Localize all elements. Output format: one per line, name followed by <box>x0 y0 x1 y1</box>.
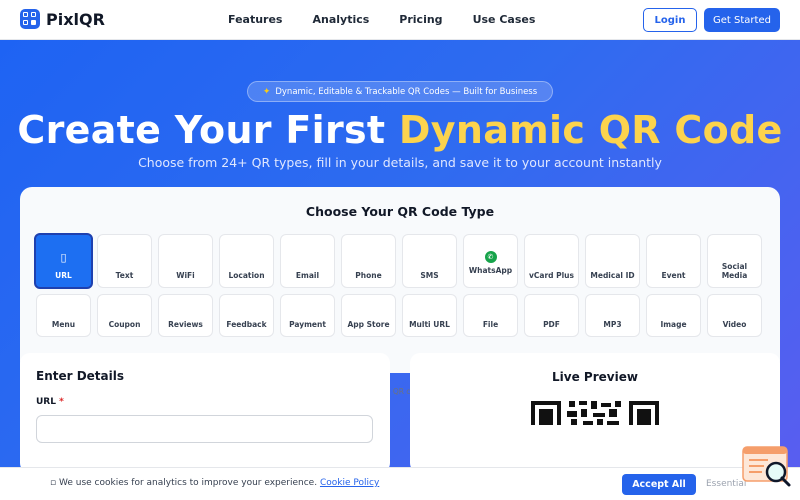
url-label-text: URL <box>36 397 56 407</box>
cookie-policy-link[interactable]: Cookie Policy <box>320 478 379 488</box>
qr-type-multi-url[interactable]: Multi URL <box>402 294 457 337</box>
login-button[interactable]: Login <box>643 8 697 32</box>
qr-type-app-store[interactable]: App Store <box>341 294 396 337</box>
qr-type-label: Multi URL <box>409 320 450 329</box>
qr-type-mp3[interactable]: MP3 <box>585 294 640 337</box>
hero-title-plain: Create Your First <box>17 108 399 152</box>
qr-type-sms[interactable]: SMS <box>402 234 457 288</box>
qr-type-location[interactable]: Location <box>219 234 274 288</box>
qr-type-card: Choose Your QR Code Type ▯ URL Text WiFi Loc… <box>20 187 780 396</box>
live-preview-title: Live Preview <box>552 370 638 384</box>
qr-type-label: File <box>482 320 499 329</box>
link-icon: ▯ <box>60 251 67 264</box>
cookie-banner: ▫ We use cookies for analytics to improv… <box>0 467 800 500</box>
qr-logo-icon <box>20 9 40 29</box>
required-mark: * <box>59 397 64 407</box>
hero-subtitle: Choose from 24+ QR types, fill in your d… <box>138 155 662 170</box>
details-card: Enter Details URL * <box>20 353 390 473</box>
cookie-text: ▫ We use cookies for analytics to improv… <box>50 478 379 488</box>
top-nav: PixlQR Features Analytics Pricing Use Ca… <box>0 0 800 40</box>
qr-type-label: Text <box>115 271 134 280</box>
qr-type-whatsapp[interactable]: ✆ WhatsApp <box>463 234 518 288</box>
qr-type-feedback[interactable]: Feedback <box>219 294 274 337</box>
url-input[interactable] <box>36 415 373 443</box>
qr-type-label: WiFi <box>176 271 195 280</box>
hero-badge: ✦ Dynamic, Editable & Trackable QR Codes… <box>247 81 553 102</box>
brand-logo[interactable]: PixlQR <box>20 9 105 29</box>
essential-button[interactable]: Essential <box>706 479 746 489</box>
qr-type-url[interactable]: ▯ URL <box>34 233 93 289</box>
hero-title: Create Your First Dynamic QR Code <box>0 108 800 152</box>
qr-type-menu[interactable]: Menu <box>36 294 91 337</box>
nav-links: Features Analytics Pricing Use Cases <box>228 13 565 26</box>
nav-link-features[interactable]: Features <box>228 13 282 26</box>
get-started-button[interactable]: Get Started <box>704 8 780 32</box>
sparkle-icon: ✦ <box>262 86 271 97</box>
qr-type-event[interactable]: Event <box>646 234 701 288</box>
qr-type-label: App Store <box>347 320 390 329</box>
qr-type-label: Phone <box>355 271 382 280</box>
qr-type-pdf[interactable]: PDF <box>524 294 579 337</box>
qr-type-label: Reviews <box>168 320 203 329</box>
qr-type-title: Choose Your QR Code Type <box>305 204 495 219</box>
qr-type-label: Coupon <box>108 320 141 329</box>
live-preview-card: Live Preview <box>410 353 780 473</box>
qr-type-label: PDF <box>543 320 560 329</box>
qr-type-label: MP3 <box>603 320 622 329</box>
nav-link-use-cases[interactable]: Use Cases <box>473 13 536 26</box>
qr-type-vcard-plus[interactable]: vCard Plus <box>524 234 579 288</box>
qr-type-label: SMS <box>420 271 439 280</box>
qr-type-label: Menu <box>51 320 76 329</box>
qr-type-label: WhatsApp <box>468 266 513 275</box>
qr-type-image[interactable]: Image <box>646 294 701 337</box>
qr-type-label: Event <box>661 271 686 280</box>
qr-type-label: vCard Plus <box>528 271 574 280</box>
accept-all-button[interactable]: Accept All <box>622 474 696 495</box>
details-title: Enter Details <box>36 369 125 383</box>
cookie-message: We use cookies for analytics to improve … <box>58 478 318 488</box>
qr-type-coupon[interactable]: Coupon <box>97 294 152 337</box>
qr-type-label: Video <box>722 320 747 329</box>
qr-type-label: URL <box>55 271 72 280</box>
qr-type-text[interactable]: Text <box>97 234 152 288</box>
nav-link-analytics[interactable]: Analytics <box>312 13 369 26</box>
qr-type-label: Feedback <box>226 320 267 329</box>
qr-code-preview <box>531 401 659 425</box>
qr-type-label: Social Media <box>721 262 748 280</box>
qr-type-social-media[interactable]: Social Media <box>707 234 762 288</box>
qr-type-payment[interactable]: Payment <box>280 294 335 337</box>
nav-link-pricing[interactable]: Pricing <box>399 13 442 26</box>
hero-badge-text: Dynamic, Editable & Trackable QR Codes —… <box>275 86 538 97</box>
qr-type-label: Payment <box>289 320 326 329</box>
brand-name: PixlQR <box>46 9 105 29</box>
url-label: URL * <box>36 397 64 407</box>
floating-search-widget-icon[interactable] <box>742 446 792 488</box>
qr-type-video[interactable]: Video <box>707 294 762 337</box>
whatsapp-icon: ✆ <box>484 251 497 263</box>
qr-type-file[interactable]: File <box>463 294 518 337</box>
qr-type-label: Medical ID <box>590 271 635 280</box>
qr-type-medical-id[interactable]: Medical ID <box>585 234 640 288</box>
qr-type-wifi[interactable]: WiFi <box>158 234 213 288</box>
qr-type-reviews[interactable]: Reviews <box>158 294 213 337</box>
qr-type-phone[interactable]: Phone <box>341 234 396 288</box>
qr-type-email[interactable]: Email <box>280 234 335 288</box>
qr-type-label: Email <box>295 271 320 280</box>
hero-title-highlight: Dynamic QR Code <box>398 108 783 152</box>
qr-type-label: Location <box>228 271 265 280</box>
qr-type-label: Image <box>660 320 687 329</box>
cookie-icon: ▫ <box>50 478 57 488</box>
